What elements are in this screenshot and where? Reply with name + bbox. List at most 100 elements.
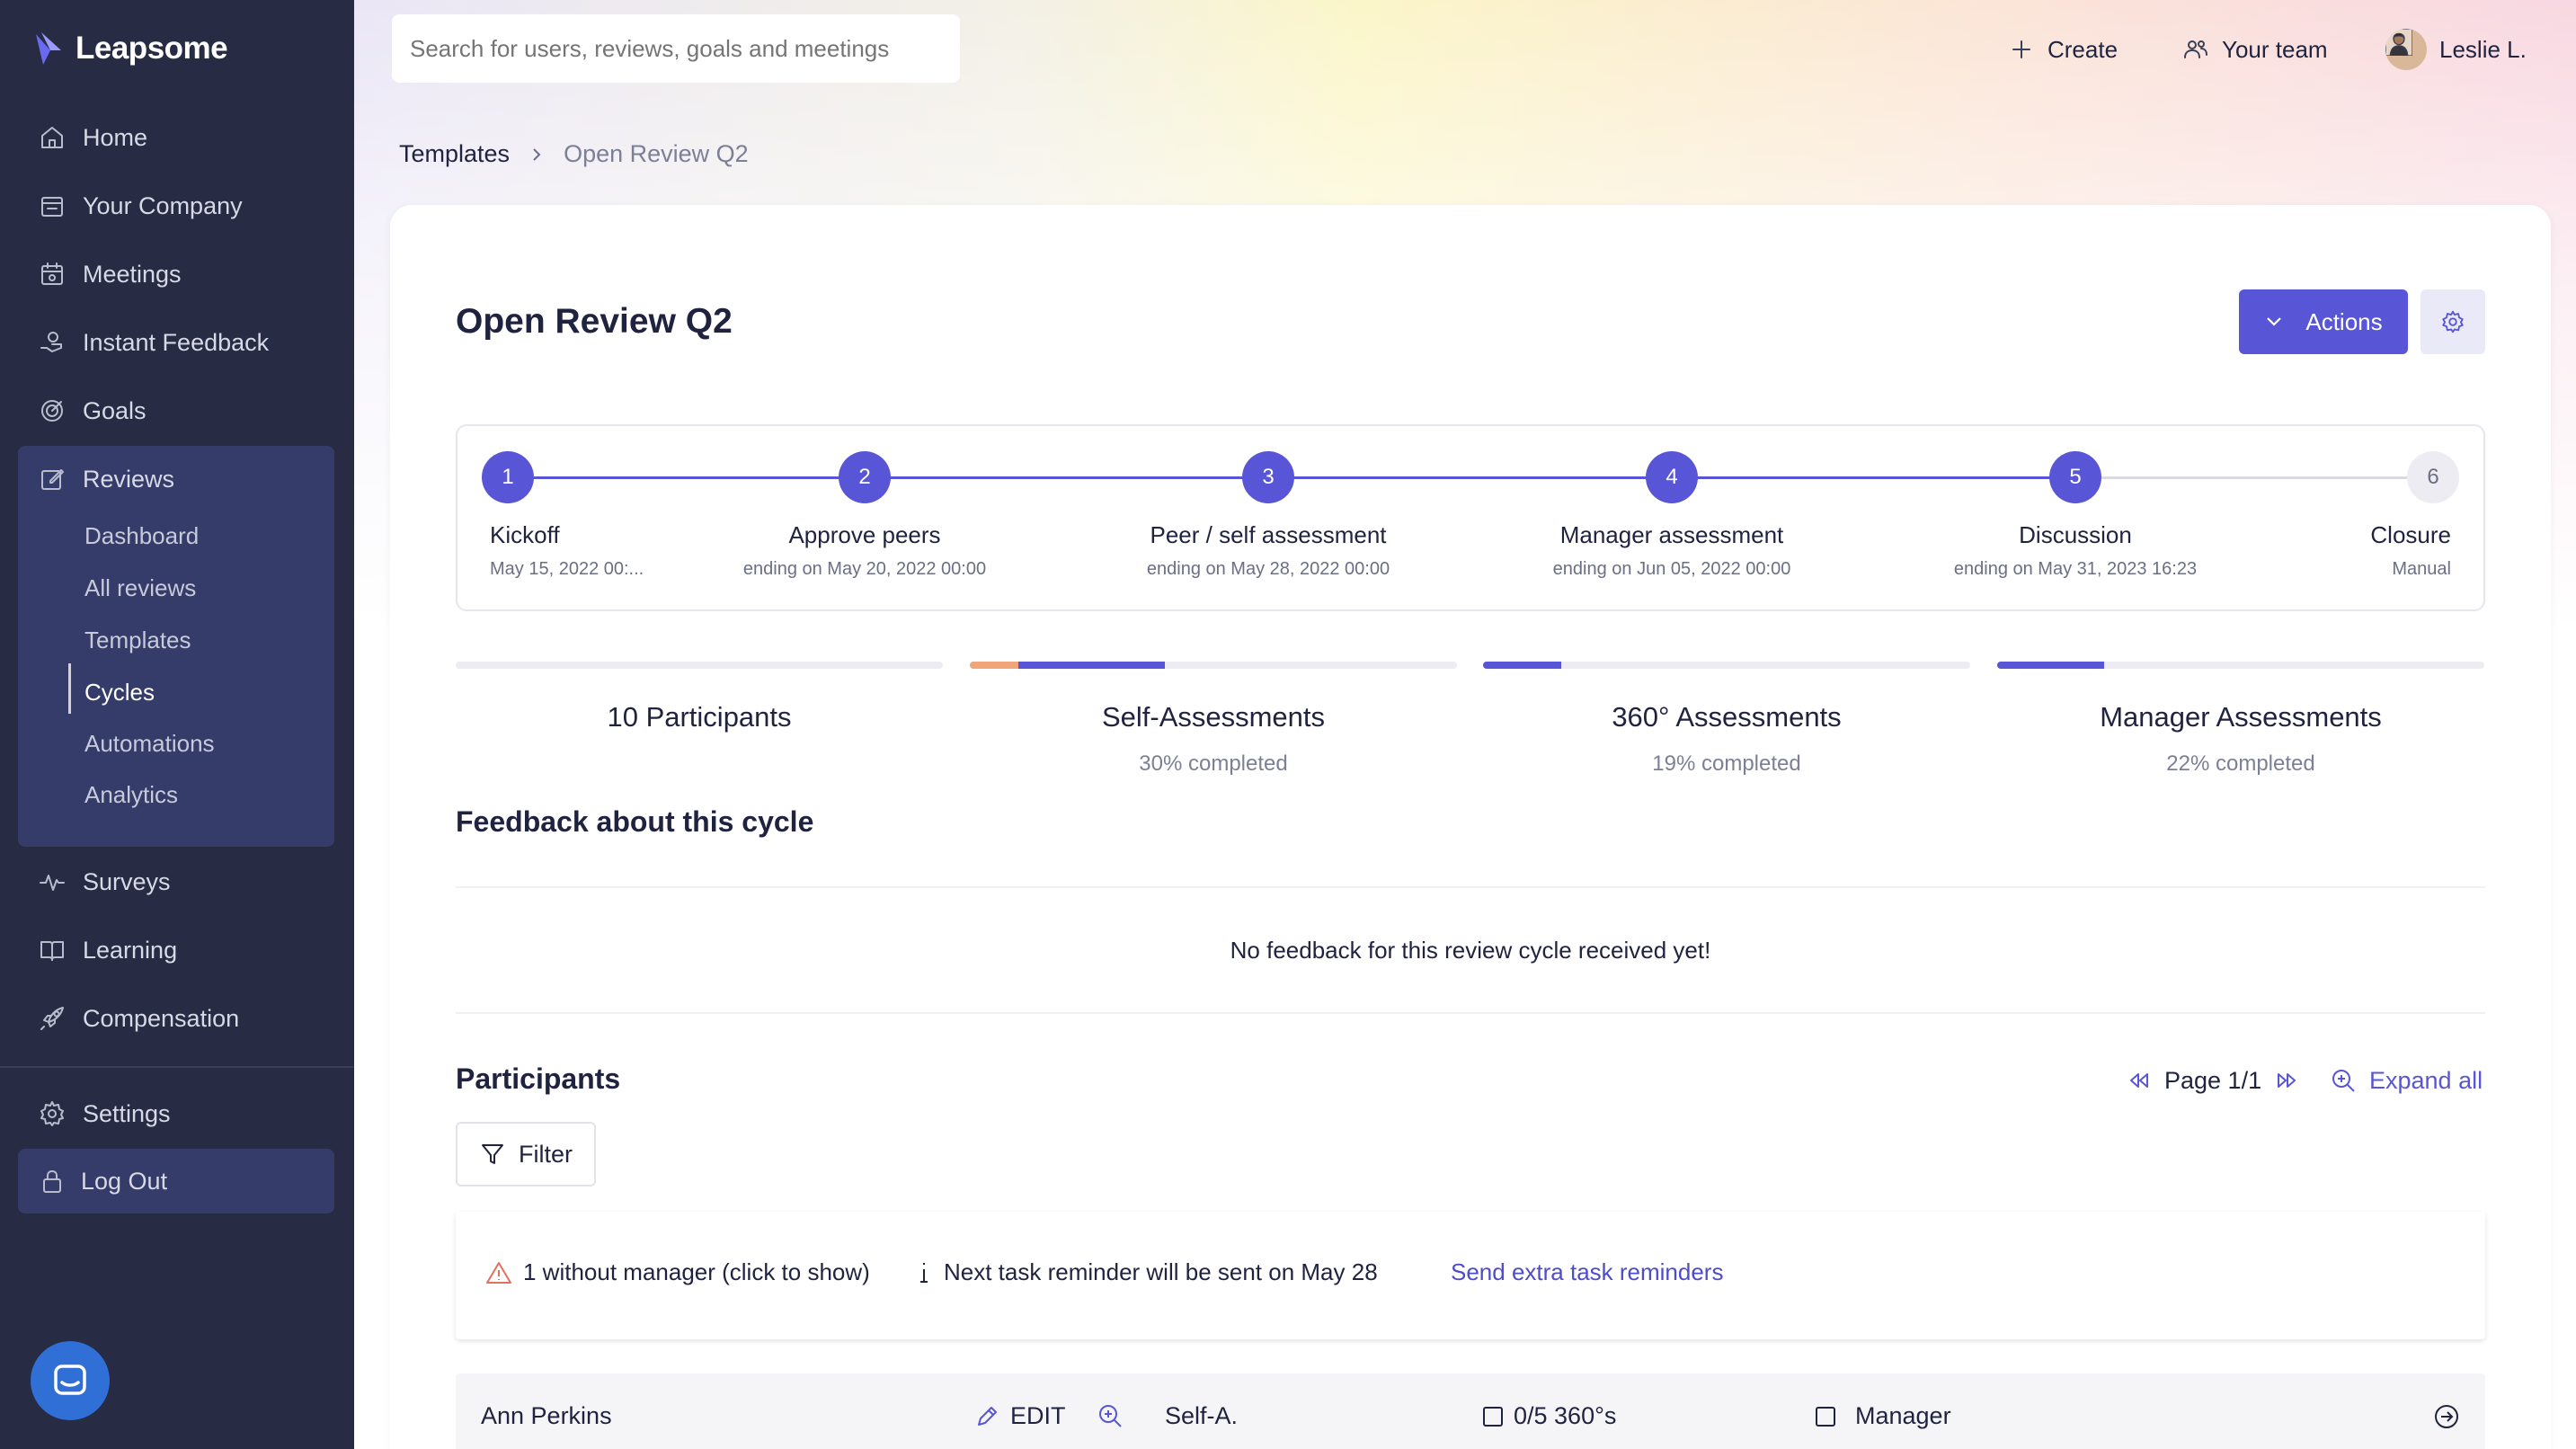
- without-manager-text: 1 without manager (click to show): [523, 1258, 870, 1285]
- zoom-in-icon: [1099, 1405, 1122, 1427]
- sidebar-item-label: Compensation: [83, 1004, 240, 1032]
- page-indicator: Page 1/1: [2164, 1066, 2262, 1094]
- self-assessments-title[interactable]: Self-Assessments: [970, 701, 1457, 733]
- step-1-title: Kickoff: [490, 521, 560, 548]
- sub-item-automations[interactable]: Automations: [84, 725, 215, 761]
- self-assessment-status[interactable]: Self-A.: [1165, 1402, 1238, 1430]
- self-assessments-completed-fill: [1018, 662, 1165, 669]
- manager-assessments-title[interactable]: Manager Assessments: [1997, 701, 2484, 733]
- sidebar-item-instant-feedback[interactable]: Instant Feedback: [18, 313, 334, 372]
- participant-details-button[interactable]: [1097, 1402, 1124, 1429]
- manager-status-label: Manager: [1855, 1402, 1951, 1429]
- first-page-icon[interactable]: [2127, 1071, 2152, 1090]
- user-name: Leslie L.: [2439, 35, 2527, 63]
- create-label: Create: [2047, 35, 2119, 63]
- peer-assessment-status[interactable]: 0/5 360°s: [1483, 1402, 1616, 1430]
- manager-assessments-completed-fill: [1997, 662, 2105, 669]
- sidebar-item-goals[interactable]: Goals: [18, 381, 334, 440]
- chevron-right-icon: [533, 147, 541, 161]
- search-input[interactable]: [392, 14, 960, 83]
- step-3-subtitle: ending on May 28, 2022 00:00: [1146, 559, 1390, 579]
- expand-all-button[interactable]: Expand all: [2330, 1062, 2483, 1098]
- edit-button[interactable]: EDIT: [974, 1402, 1066, 1430]
- peer-checkbox[interactable]: [1483, 1406, 1503, 1427]
- step-5-circle[interactable]: 5: [2049, 451, 2101, 503]
- sidebar-item-reviews[interactable]: Reviews: [18, 449, 334, 509]
- participant-name[interactable]: Ann Perkins: [481, 1402, 612, 1430]
- step-2-title: Approve peers: [788, 521, 941, 548]
- gear-icon: [2442, 310, 2464, 333]
- pencil-icon: [978, 1406, 997, 1426]
- send-reminders-link[interactable]: Send extra task reminders: [1451, 1258, 1723, 1286]
- sidebar-item-surveys[interactable]: Surveys: [18, 852, 334, 911]
- user-menu[interactable]: Leslie L.: [2385, 27, 2527, 72]
- sidebar-item-compensation[interactable]: Compensation: [18, 989, 334, 1048]
- feedback-empty-message: No feedback for this review cycle receiv…: [1230, 937, 1711, 964]
- 360-assessments-completed-fill: [1483, 662, 1561, 669]
- avatar: [2385, 29, 2427, 70]
- your-team-label: Your team: [2222, 35, 2328, 63]
- actions-button[interactable]: Actions: [2239, 289, 2408, 354]
- chat-icon: [54, 1365, 86, 1395]
- sub-item-dashboard[interactable]: Dashboard: [84, 518, 199, 554]
- plus-icon: [2012, 40, 2030, 58]
- open-participant-button[interactable]: [2432, 1402, 2461, 1431]
- table-row[interactable]: [456, 1373, 2485, 1449]
- participants-count[interactable]: 10 Participants: [456, 701, 943, 733]
- sidebar-item-label: Your Company: [83, 191, 243, 219]
- company-icon: [41, 197, 63, 217]
- book-icon: [40, 941, 64, 961]
- sidebar-item-learning[interactable]: Learning: [18, 920, 334, 980]
- self-assessments-completion: 30% completed: [1139, 751, 1288, 776]
- step-4-title: Manager assessment: [1559, 521, 1784, 548]
- manager-assessments-completion: 22% completed: [2166, 751, 2315, 776]
- filter-button[interactable]: Filter: [456, 1122, 596, 1187]
- breadcrumb: Templates Open Review Q2: [399, 140, 749, 168]
- leapsome-logo[interactable]: Leapsome: [34, 31, 228, 67]
- sidebar: Leapsome Home Your Company Meetings Inst…: [0, 0, 354, 1449]
- step-6-subtitle: Manual: [2392, 559, 2451, 579]
- active-sub-item-indicator: [68, 663, 71, 714]
- 360-assessments-progress-bar: [1483, 662, 1970, 669]
- cycle-settings-button[interactable]: [2421, 289, 2485, 354]
- without-manager-notice[interactable]: 1 without manager (click to show): [485, 1258, 870, 1286]
- participants-progress-bar: [456, 662, 943, 669]
- chat-support-button[interactable]: [31, 1341, 110, 1420]
- breadcrumb-templates-link[interactable]: Templates: [399, 140, 510, 168]
- step-6-circle[interactable]: 6: [2407, 451, 2459, 503]
- avatar-image: [2385, 29, 2413, 57]
- create-button[interactable]: Create: [2008, 27, 2118, 72]
- step-2-circle[interactable]: 2: [839, 451, 891, 503]
- sidebar-item-label: Settings: [83, 1099, 171, 1127]
- sidebar-item-settings[interactable]: Settings: [18, 1084, 334, 1143]
- 360-assessments-title[interactable]: 360° Assessments: [1483, 701, 1970, 733]
- sidebar-item-meetings[interactable]: Meetings: [18, 244, 334, 304]
- sub-item-all-reviews[interactable]: All reviews: [84, 570, 196, 606]
- feedback-icon: [40, 332, 62, 352]
- sidebar-divider: [0, 1066, 354, 1068]
- team-icon: [2184, 40, 2207, 58]
- arrow-right-circle-icon: [2435, 1405, 2458, 1428]
- step-4-circle[interactable]: 4: [1646, 451, 1698, 503]
- step-2-subtitle: ending on May 20, 2022 00:00: [742, 559, 987, 579]
- manager-checkbox[interactable]: [1816, 1406, 1835, 1427]
- home-icon: [41, 127, 63, 148]
- logout-button[interactable]: Log Out: [18, 1149, 334, 1213]
- edit-icon: [41, 469, 64, 490]
- sub-item-analytics[interactable]: Analytics: [84, 777, 178, 813]
- step-1-subtitle: May 15, 2022 00:...: [490, 559, 644, 579]
- last-page-icon[interactable]: [2274, 1071, 2299, 1090]
- sidebar-item-label: Surveys: [83, 867, 171, 895]
- your-team-button[interactable]: Your team: [2182, 27, 2328, 72]
- lock-icon: [43, 1170, 61, 1193]
- step-3-circle[interactable]: 3: [1242, 451, 1294, 503]
- manager-assessment-status[interactable]: Manager: [1816, 1402, 1951, 1430]
- sidebar-item-your-company[interactable]: Your Company: [18, 176, 334, 236]
- leapsome-logo-icon: [36, 32, 61, 65]
- sub-item-templates[interactable]: Templates: [84, 622, 191, 658]
- sub-item-cycles[interactable]: Cycles: [84, 674, 155, 710]
- peer-status-label: 0/5 360°s: [1514, 1402, 1617, 1429]
- sidebar-item-home[interactable]: Home: [18, 108, 334, 167]
- participants-section-title: Participants: [456, 1062, 621, 1095]
- step-1-circle[interactable]: 1: [482, 451, 534, 503]
